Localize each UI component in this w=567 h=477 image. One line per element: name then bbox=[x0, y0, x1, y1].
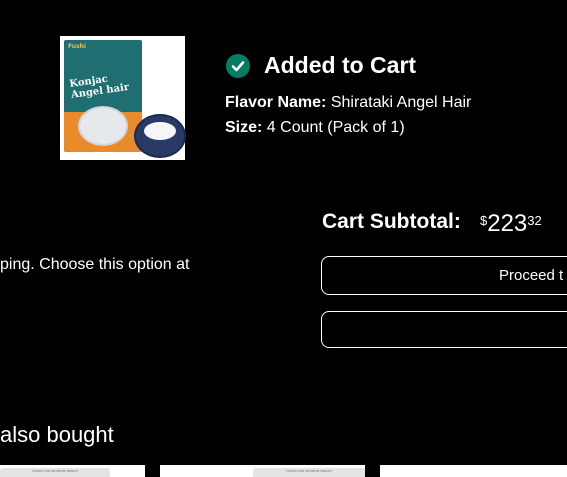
cart-subtotal-price: $22332 bbox=[480, 210, 542, 238]
flavor-value: Shirataki Angel Hair bbox=[330, 94, 472, 111]
flavor-label: Flavor Name: bbox=[225, 94, 327, 111]
recommendation-card[interactable]: FOODS FOR OPTIMUM HEALTH bbox=[160, 465, 365, 477]
size-value: 4 Count (Pack of 1) bbox=[266, 119, 405, 136]
price-whole: 223 bbox=[487, 210, 528, 237]
added-to-cart-title: Added to Cart bbox=[264, 52, 417, 78]
check-circle-icon bbox=[226, 54, 250, 78]
recommendation-card-banner: FOODS FOR OPTIMUM HEALTH bbox=[253, 468, 365, 477]
product-brand-logo: Fushi bbox=[68, 43, 86, 50]
recommendation-card-banner: FOODS FOR OPTIMUM HEALTH bbox=[0, 468, 110, 477]
product-bowl-image bbox=[134, 114, 186, 158]
product-box-image: Fushi Konjac Angel hair bbox=[64, 40, 142, 152]
also-bought-heading: also bought bbox=[0, 422, 114, 447]
flavor-line: Flavor Name: Shirataki Angel Hair bbox=[225, 94, 471, 112]
shipping-option-text: ping. Choose this option at bbox=[0, 256, 190, 273]
size-label: Size: bbox=[225, 119, 263, 136]
cart-subtotal-label: Cart Subtotal: bbox=[322, 210, 461, 233]
price-currency: $ bbox=[480, 213, 488, 228]
product-package-name: Konjac Angel hair bbox=[68, 73, 130, 101]
size-line: Size: 4 Count (Pack of 1) bbox=[225, 119, 405, 137]
price-fraction: 32 bbox=[527, 213, 542, 228]
recommendation-card[interactable] bbox=[380, 465, 567, 477]
go-to-cart-button[interactable] bbox=[321, 311, 567, 348]
recommendation-card[interactable]: FOODS FOR OPTIMUM HEALTH bbox=[0, 465, 145, 477]
product-thumbnail[interactable]: Fushi Konjac Angel hair bbox=[60, 36, 186, 160]
proceed-to-checkout-button[interactable]: Proceed t bbox=[321, 256, 567, 295]
